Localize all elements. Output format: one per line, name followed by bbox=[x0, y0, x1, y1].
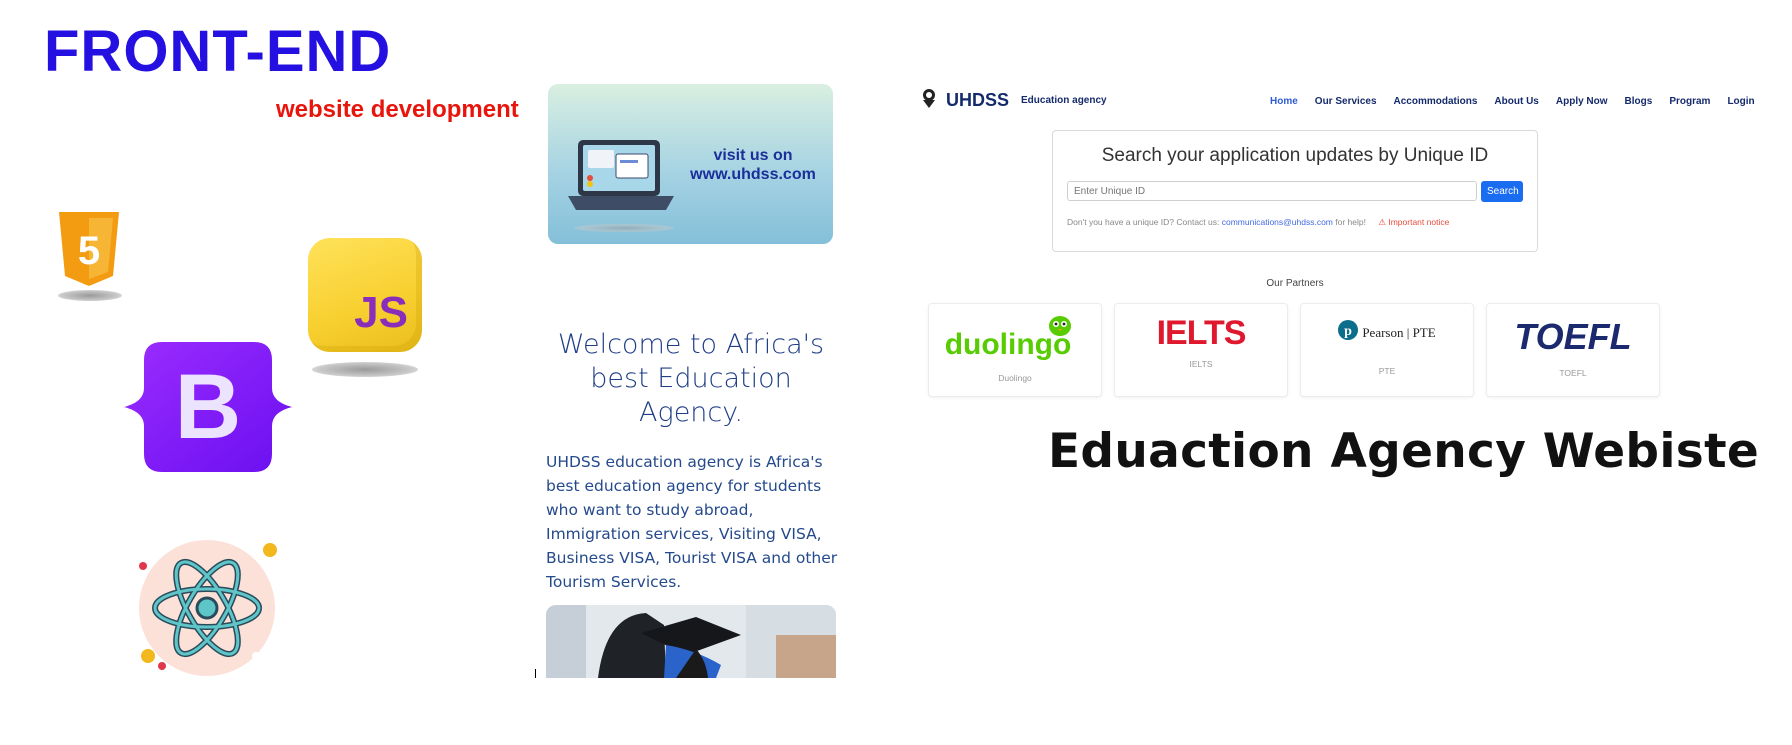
partner-card-ielts[interactable]: IELTS IELTS bbox=[1114, 303, 1288, 397]
graduate-photo bbox=[546, 605, 836, 678]
nav-apply-now[interactable]: Apply Now bbox=[1556, 96, 1608, 107]
help-prefix: Don't you have a unique ID? Contact us: bbox=[1067, 217, 1220, 227]
nav-about-us[interactable]: About Us bbox=[1494, 96, 1538, 107]
website-development-subtitle: website development bbox=[276, 96, 519, 123]
duolingo-logo: duolingo bbox=[929, 312, 1101, 367]
pearson-pte-logo: p Pearson | PTE bbox=[1301, 320, 1473, 345]
help-line: Don't you have a unique ID? Contact us: … bbox=[1067, 217, 1449, 228]
toefl-logo: TOEFL bbox=[1514, 316, 1632, 357]
pearson-icon: p bbox=[1338, 320, 1359, 345]
laptop-shadow bbox=[574, 224, 674, 232]
svg-text:p: p bbox=[1344, 324, 1352, 339]
welcome-heading: Welcome to Africa's best Education Agenc… bbox=[557, 329, 825, 428]
text-cursor bbox=[535, 669, 536, 678]
ielts-logo: IELTS bbox=[1156, 314, 1247, 352]
javascript-shadow bbox=[312, 362, 418, 377]
warning-icon: ⚠ bbox=[1378, 217, 1386, 227]
html5-icon: 5 bbox=[55, 210, 123, 288]
agency-website-heading: Eduaction Agency Webiste bbox=[1048, 424, 1760, 479]
react-icon bbox=[136, 538, 278, 678]
brand-tagline: Education agency bbox=[1021, 95, 1107, 106]
partner-card-toefl[interactable]: TOEFL TOEFL bbox=[1486, 303, 1660, 397]
html5-label: 5 bbox=[78, 229, 100, 273]
brand[interactable]: UHDSS Education agency bbox=[920, 88, 1107, 113]
promo-text: visit us on www.uhdss.com bbox=[690, 147, 816, 183]
partners-title: Our Partners bbox=[1266, 278, 1324, 289]
promo-banner[interactable]: visit us on www.uhdss.com bbox=[548, 84, 833, 244]
partner-name: IELTS bbox=[1189, 359, 1213, 369]
site-nav: Home Our Services Accommodations About U… bbox=[1270, 96, 1772, 107]
notice-label: Important notice bbox=[1388, 217, 1450, 227]
bootstrap-label: B bbox=[174, 356, 242, 458]
important-notice[interactable]: ⚠ Important notice bbox=[1378, 217, 1449, 227]
nav-accommodations[interactable]: Accommodations bbox=[1394, 96, 1478, 107]
search-title: Search your application updates by Uniqu… bbox=[1101, 145, 1489, 166]
nav-login[interactable]: Login bbox=[1727, 96, 1754, 107]
unique-id-input[interactable] bbox=[1067, 181, 1477, 201]
laptop-icon bbox=[566, 136, 676, 218]
bootstrap-icon: B bbox=[124, 340, 292, 474]
help-email-link[interactable]: communications@uhdss.com bbox=[1222, 217, 1333, 227]
partner-name: Duolingo bbox=[998, 373, 1032, 383]
partner-name: PTE bbox=[1378, 366, 1396, 376]
pearson-label: Pearson | PTE bbox=[1362, 324, 1436, 340]
brand-logo-icon bbox=[920, 88, 938, 113]
search-button[interactable]: Search bbox=[1481, 181, 1523, 202]
front-end-title: FRONT-END bbox=[44, 19, 392, 84]
partner-name: TOEFL bbox=[1559, 368, 1587, 378]
html5-shadow bbox=[58, 290, 122, 301]
nav-our-services[interactable]: Our Services bbox=[1315, 96, 1377, 107]
javascript-label: JS bbox=[354, 288, 408, 337]
brand-name: UHDSS bbox=[946, 90, 1010, 110]
welcome-body: UHDSS education agency is Africa's best … bbox=[546, 453, 838, 591]
partner-card-pte[interactable]: p Pearson | PTE PTE bbox=[1300, 303, 1474, 397]
search-card: Search your application updates by Uniqu… bbox=[1052, 130, 1538, 252]
javascript-icon: JS bbox=[308, 238, 422, 352]
nav-home[interactable]: Home bbox=[1270, 96, 1298, 107]
nav-program[interactable]: Program bbox=[1669, 96, 1710, 107]
help-suffix: for help! bbox=[1335, 217, 1366, 227]
partner-card-duolingo[interactable]: duolingo Duolingo bbox=[928, 303, 1102, 397]
nav-blogs[interactable]: Blogs bbox=[1625, 96, 1653, 107]
